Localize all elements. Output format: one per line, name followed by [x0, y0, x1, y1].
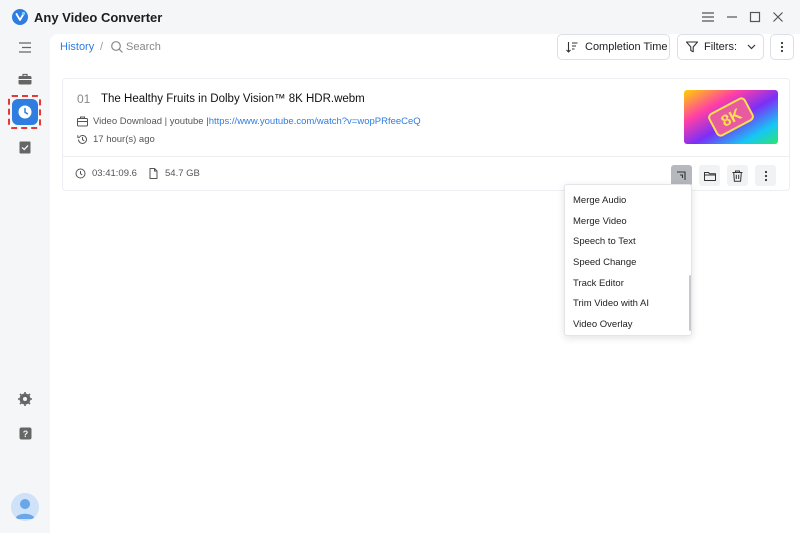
bookmark-icon[interactable] [15, 137, 35, 157]
filter-icon [686, 41, 698, 53]
dropdown-item-trim-video-ai[interactable]: Trim Video with AI [573, 298, 649, 309]
duration-value: 03:41:09.6 [92, 168, 137, 179]
history-icon[interactable] [12, 99, 38, 125]
tools-dropdown: Merge Audio Merge Video Speech to Text S… [564, 184, 692, 336]
dropdown-scrollbar[interactable] [689, 275, 691, 331]
size-stat: 54.7 GB [148, 168, 200, 179]
more-vertical-icon [764, 170, 767, 181]
time-ago: 17 hour(s) ago [93, 134, 155, 145]
title-bar: Any Video Converter [0, 0, 800, 34]
dropdown-item-speed-change[interactable]: Speed Change [573, 257, 636, 268]
sidebar: ? [0, 34, 50, 533]
dropdown-item-merge-video[interactable]: Merge Video [573, 216, 627, 227]
time-ago-row: 17 hour(s) ago [77, 134, 155, 145]
history-card[interactable]: 01 The Healthy Fruits in Dolby Vision™ 8… [62, 78, 790, 191]
help-icon[interactable]: ? [15, 423, 35, 443]
folder-icon [703, 171, 716, 181]
search-icon [111, 41, 123, 53]
svg-text:?: ? [22, 429, 28, 439]
menu-icon[interactable] [698, 7, 718, 27]
briefcase-icon [77, 116, 88, 127]
chevron-down-icon [747, 44, 756, 50]
tools-icon [677, 171, 686, 180]
settings-icon[interactable] [15, 389, 35, 409]
size-value: 54.7 GB [165, 168, 200, 179]
history-clock-icon [77, 134, 87, 144]
avatar[interactable] [11, 493, 39, 521]
tools-button[interactable] [671, 165, 692, 186]
sort-completion-time-button[interactable]: Completion Time [557, 34, 670, 60]
card-divider [63, 156, 789, 157]
sort-icon [566, 42, 578, 53]
duration-stat: 03:41:09.6 [75, 168, 137, 179]
file-title: The Healthy Fruits in Dolby Vision™ 8K H… [101, 93, 365, 105]
item-more-button[interactable] [755, 165, 776, 186]
dropdown-item-merge-audio[interactable]: Merge Audio [573, 195, 626, 206]
file-icon [149, 168, 158, 179]
more-options-button[interactable] [770, 34, 794, 60]
maximize-icon[interactable] [745, 7, 765, 27]
dropdown-item-speech-to-text[interactable]: Speech to Text [573, 236, 636, 247]
search-input[interactable] [126, 38, 246, 56]
sort-label: Completion Time [585, 41, 668, 53]
breadcrumb-separator: / [100, 41, 104, 53]
filters-label: Filters: [704, 41, 737, 53]
app-title: Any Video Converter [34, 10, 163, 25]
collapse-menu-icon[interactable] [15, 37, 35, 57]
app-logo-icon [12, 9, 28, 25]
minimize-icon[interactable] [722, 7, 742, 27]
more-vertical-icon [780, 41, 784, 53]
filters-button[interactable]: Filters: [677, 34, 764, 60]
dropdown-item-video-overlay[interactable]: Video Overlay [573, 319, 633, 330]
dropdown-item-track-editor[interactable]: Track Editor [573, 278, 624, 289]
item-index: 01 [77, 92, 91, 106]
clock-icon [75, 168, 86, 179]
video-thumbnail[interactable]: 8K [684, 90, 778, 144]
delete-button[interactable] [727, 165, 748, 186]
source-link[interactable]: https://www.youtube.com/watch?v=wopPRfee… [209, 116, 421, 127]
open-folder-button[interactable] [699, 165, 720, 186]
breadcrumb-history[interactable]: History [60, 41, 94, 53]
trash-icon [732, 170, 743, 182]
source-text: Video Download | youtube | [93, 116, 209, 127]
close-icon[interactable] [768, 7, 788, 27]
source-row: Video Download | youtube | https://www.y… [77, 116, 421, 127]
main-panel: History / Completion Time Filters: 01 Th… [50, 34, 800, 533]
toolbox-icon[interactable] [15, 69, 35, 89]
